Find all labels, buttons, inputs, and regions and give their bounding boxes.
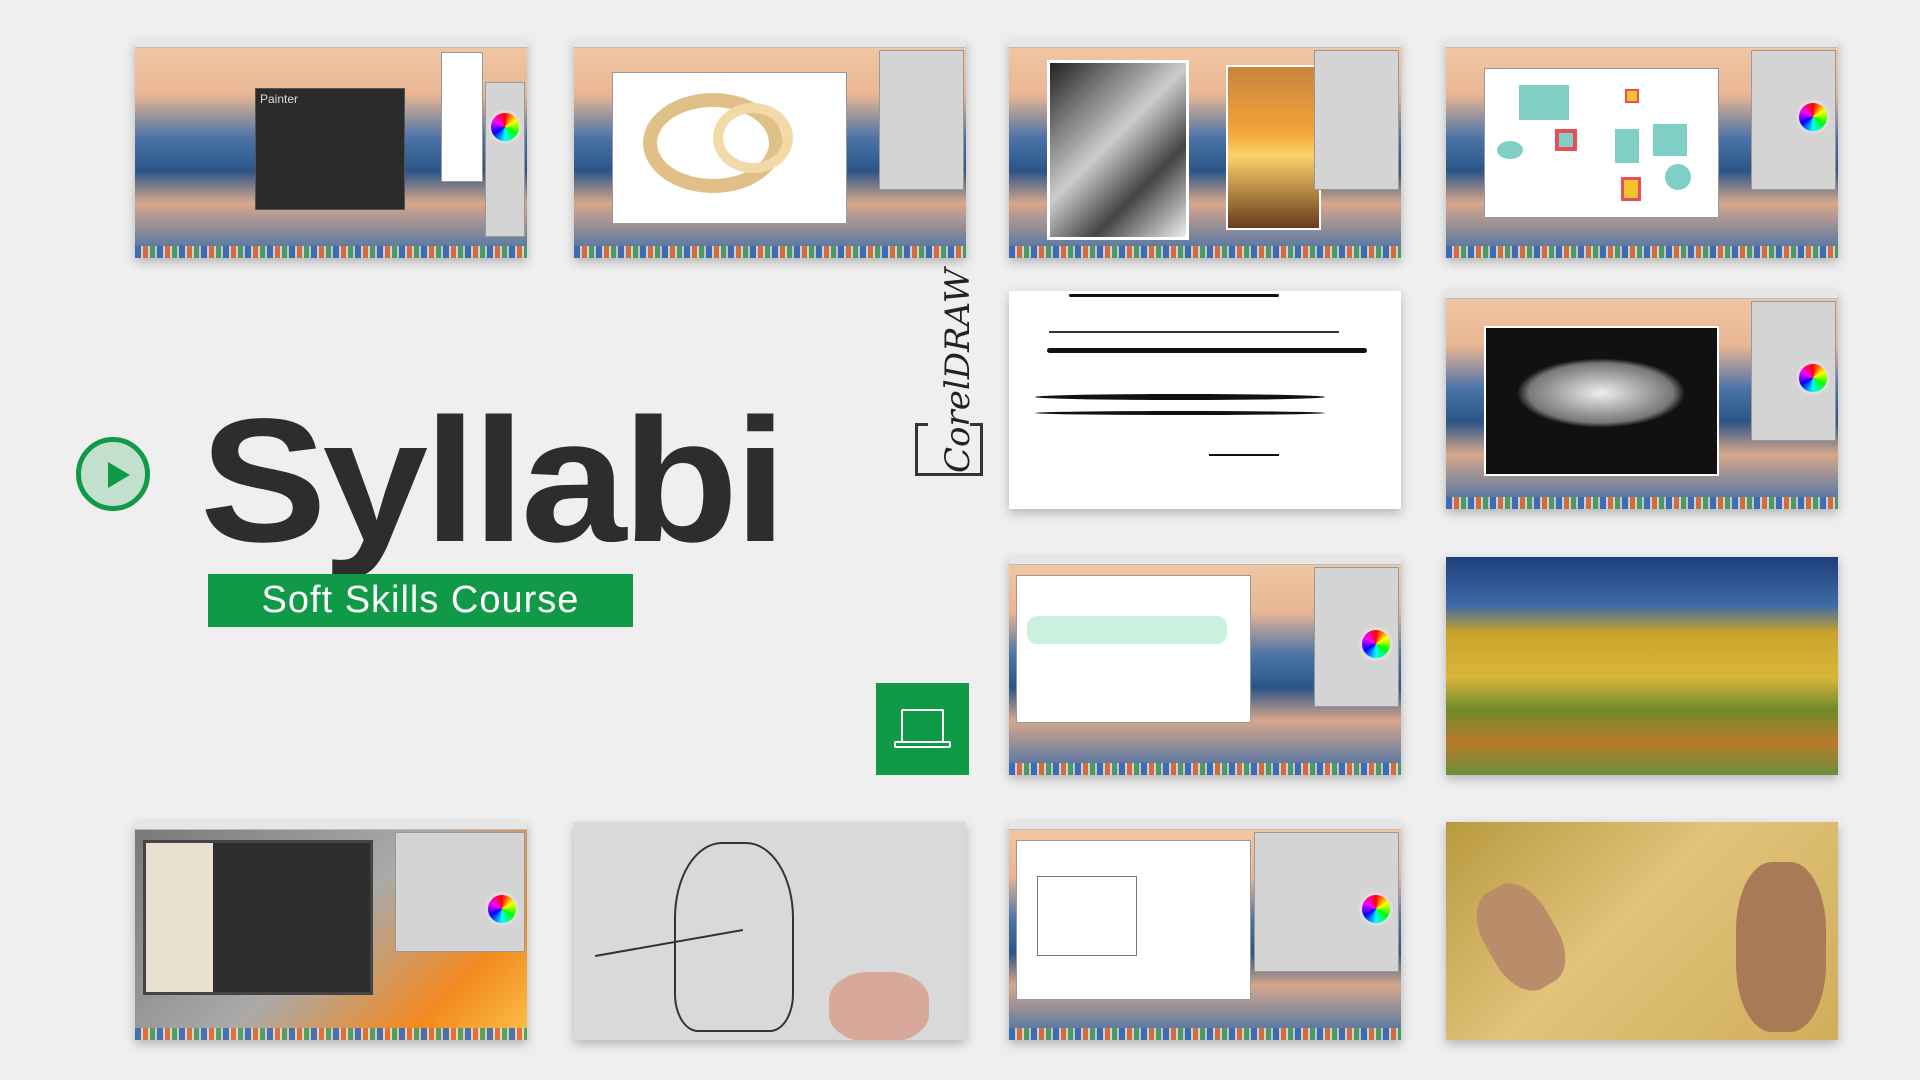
play-icon[interactable] (76, 437, 150, 511)
thumbnail-photo-editing[interactable] (1009, 40, 1401, 258)
thumbnail-pencil-drawing[interactable] (574, 822, 966, 1040)
thumbnail-mint-brush[interactable] (1009, 557, 1401, 775)
coreldraw-logo: CorelDRAW (913, 268, 985, 478)
thumbnail-brush-strokes[interactable] (1009, 291, 1401, 509)
thumbnail-painter-welcome[interactable]: Painter (135, 40, 527, 258)
laptop-icon (876, 683, 969, 775)
thumbnail-car-sketch[interactable] (1446, 822, 1838, 1040)
thumbnail-wheatfield-painting[interactable] (1446, 557, 1838, 775)
thumbnail-poster-collage[interactable] (135, 822, 527, 1040)
page-title: Syllabi (200, 383, 787, 579)
thumbnail-gold-brush[interactable] (574, 40, 966, 258)
thumbnail-stipple-ribbon[interactable] (1446, 291, 1838, 509)
course-subtitle-banner: Soft Skills Course (208, 574, 633, 627)
painter-dialog-title: Painter (260, 92, 299, 106)
painter-dialog: Painter (255, 88, 405, 210)
thumbnail-shapes[interactable] (1446, 40, 1838, 258)
thumbnail-perspective-sketch[interactable] (1009, 822, 1401, 1040)
